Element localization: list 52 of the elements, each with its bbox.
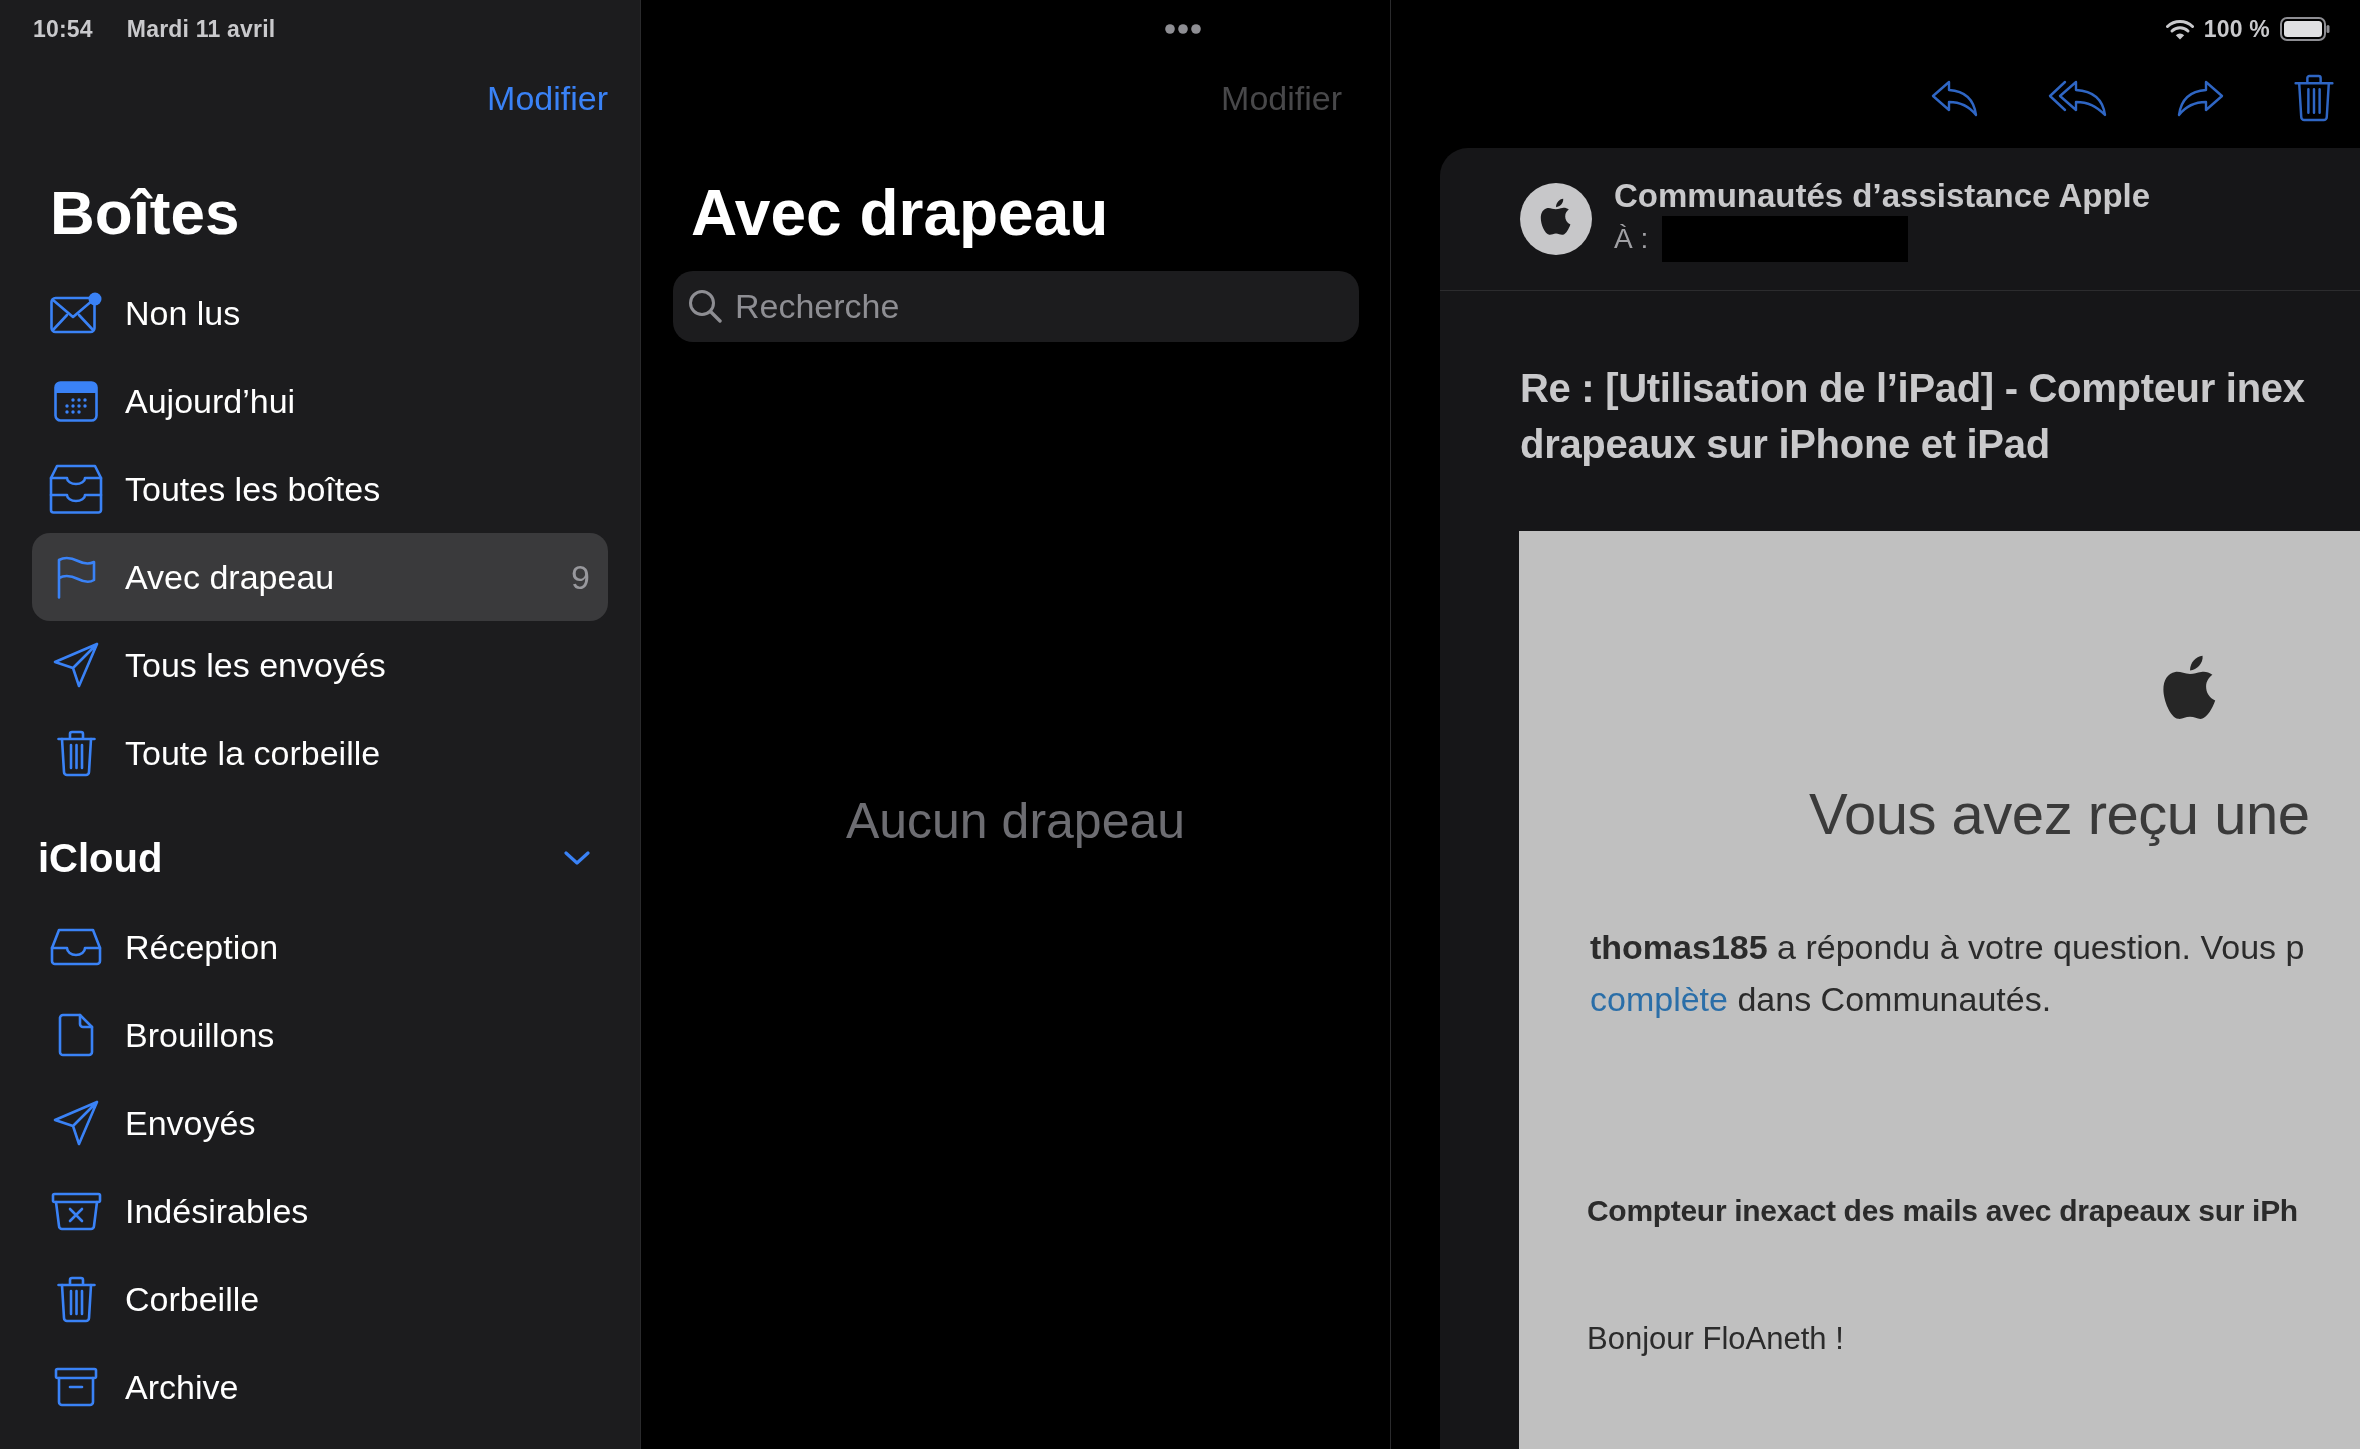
reply-icon[interactable] (1931, 79, 1978, 117)
battery-icon (2280, 17, 2330, 41)
search-icon (688, 289, 722, 323)
trash-icon (56, 1275, 96, 1323)
mailbox-item[interactable]: Réception (32, 903, 608, 991)
mailbox-item[interactable]: Tous les envoyés (32, 621, 608, 709)
wifi-icon (2165, 18, 2194, 40)
envelope-dot-icon (50, 292, 102, 334)
more-dots-icon[interactable] (1165, 24, 1201, 34)
battery-percent: 100 % (2203, 15, 2270, 43)
mailbox-item[interactable]: Non lus (32, 269, 608, 357)
calendar-icon (54, 380, 98, 422)
forward-icon[interactable] (2177, 79, 2224, 117)
item-count: 9 (571, 557, 590, 597)
apple-logo-icon (2162, 654, 2218, 722)
email-heading: Vous avez reçu une (1809, 780, 2310, 848)
edit-button[interactable]: Modifier (487, 78, 608, 118)
reply-all-icon[interactable] (2048, 79, 2107, 117)
flag-icon (56, 555, 96, 599)
empty-state-text: Aucun drapeau (845, 792, 1186, 851)
greeting-text: Bonjour FloAneth ! (1587, 1320, 1844, 1358)
list-title: Avec drapeau (691, 178, 1109, 248)
tray-icon (50, 928, 102, 966)
subject-line: Re : [Utilisation de l’iPad] - Compteur inex (1520, 365, 2305, 412)
avatar-icon (1520, 183, 1592, 255)
search-field[interactable]: Recherche (673, 271, 1359, 342)
paper-plane-icon (53, 1100, 99, 1146)
stacked-trays-icon (49, 464, 103, 514)
mailbox-item[interactable]: Envoyés (32, 1079, 608, 1167)
mailbox-item[interactable]: Toute la corbeille (32, 709, 608, 797)
status-date: Mardi 11 avril (126, 15, 276, 43)
mailbox-item[interactable]: Brouillons (32, 991, 608, 1079)
recipient-label: À : (1614, 223, 1649, 255)
reply-notice-text: thomas185 a répondu à votre question. Vous p complète dans Communautés. (1590, 927, 2305, 1020)
sender-name: Communautés d’assistance Apple (1614, 176, 2151, 216)
archive-box-icon (54, 1367, 98, 1407)
mailbox-item[interactable]: Archive (32, 1343, 608, 1431)
mailbox-item[interactable]: Aujourd’hui (32, 357, 608, 445)
account-header[interactable]: iCloud (32, 813, 608, 903)
question-topic: Compteur inexact des mails avec drapeaux sur iPh (1587, 1193, 2298, 1229)
status-time: 10:54 (33, 15, 93, 43)
document-icon (58, 1013, 94, 1057)
mailbox-item[interactable]: Toutes les boîtes (32, 445, 608, 533)
trash-icon[interactable] (2294, 74, 2334, 122)
bin-x-icon (50, 1191, 102, 1231)
mailbox-item[interactable]: Avec drapeau 9 (32, 533, 608, 621)
subject-line: drapeaux sur iPhone et iPad (1520, 421, 2050, 468)
mailboxes-title: Boîtes (50, 178, 240, 248)
mailbox-item[interactable]: Indésirables (32, 1167, 608, 1255)
mailbox-item[interactable]: Corbeille (32, 1255, 608, 1343)
trash-icon (56, 729, 96, 777)
paper-plane-icon (53, 642, 99, 688)
